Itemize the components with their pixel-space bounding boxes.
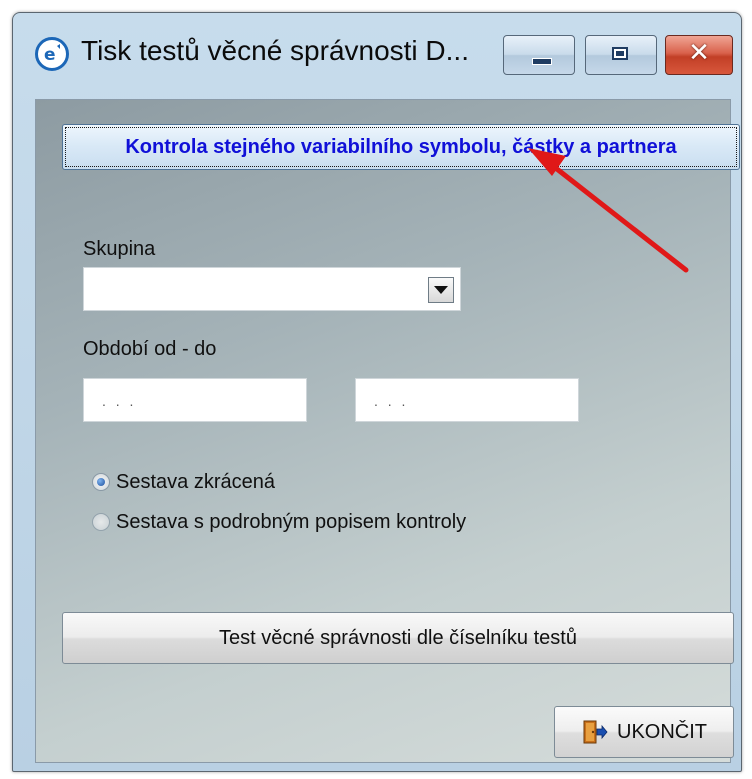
exit-button-label: UKONČIT <box>617 720 707 743</box>
date-to-field[interactable]: . . . <box>355 378 579 422</box>
radio-button-unselected[interactable] <box>92 513 110 531</box>
exit-button[interactable]: UKONČIT <box>554 706 734 758</box>
close-icon: ✕ <box>688 38 710 68</box>
radio-short-report-label: Sestava zkrácená <box>116 470 275 493</box>
dialog-window: e Tisk testů věcné správnosti D... ✕ Kon… <box>12 12 742 772</box>
duplicate-check-button[interactable]: Kontrola stejného variabilního symbolu, … <box>62 124 740 170</box>
run-tests-button[interactable]: Test věcné správnosti dle číselníku test… <box>62 612 734 664</box>
minimize-icon <box>532 58 552 65</box>
maximize-button[interactable] <box>585 35 657 75</box>
app-logo-icon: e <box>35 37 69 71</box>
group-dropdown[interactable] <box>83 267 461 311</box>
chevron-down-icon[interactable] <box>428 277 454 303</box>
dialog-client-area: Kontrola stejného variabilního symbolu, … <box>35 99 740 763</box>
close-button[interactable]: ✕ <box>665 35 733 75</box>
radio-button-selected[interactable] <box>92 473 110 491</box>
group-label: Skupina <box>83 238 156 260</box>
svg-text:e: e <box>44 45 56 65</box>
title-bar[interactable]: e Tisk testů věcné správnosti D... ✕ <box>13 13 741 99</box>
radio-detailed-report[interactable]: Sestava s podrobným popisem kontroly <box>92 507 466 537</box>
radio-short-report[interactable]: Sestava zkrácená <box>92 467 275 497</box>
exit-door-icon <box>581 718 609 746</box>
date-from-field[interactable]: . . . <box>83 378 307 422</box>
window-title: Tisk testů věcné správnosti D... <box>81 35 469 66</box>
maximize-icon <box>612 47 628 60</box>
period-label: Období od - do <box>83 338 217 360</box>
minimize-button[interactable] <box>503 35 575 75</box>
radio-detailed-report-label: Sestava s podrobným popisem kontroly <box>116 510 467 533</box>
